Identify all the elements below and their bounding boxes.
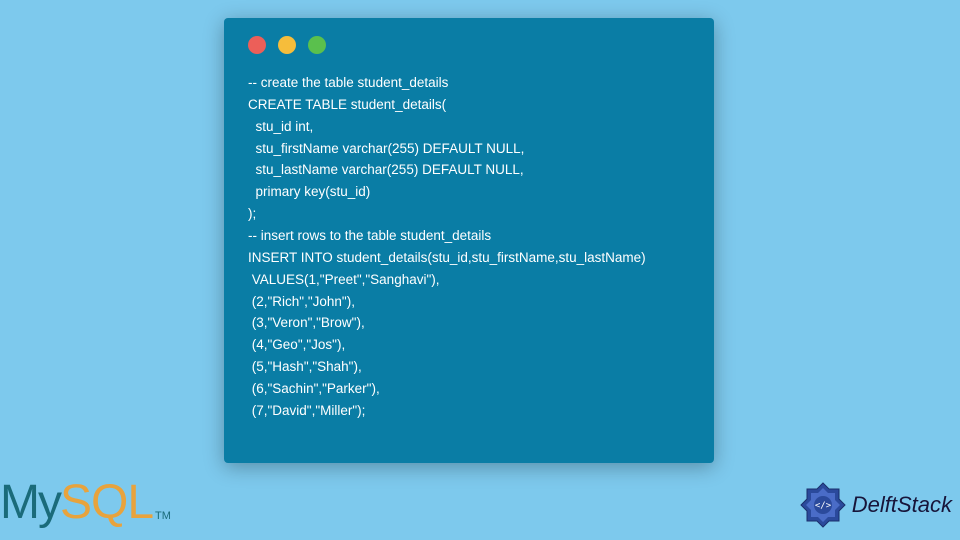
code-content: -- create the table student_details CREA… — [248, 72, 690, 422]
mysql-logo: My SQL TM — [0, 475, 171, 530]
mysql-my-text: My — [0, 475, 60, 530]
delftstack-logo: </> DelftStack — [798, 480, 952, 530]
mysql-tm-text: TM — [155, 510, 171, 522]
delftstack-text: DelftStack — [852, 492, 952, 518]
maximize-icon — [308, 36, 326, 54]
close-icon — [248, 36, 266, 54]
mysql-sql-text: SQL — [60, 475, 153, 530]
svg-text:</>: </> — [815, 501, 832, 511]
minimize-icon — [278, 36, 296, 54]
delftstack-icon: </> — [798, 480, 848, 530]
window-controls — [248, 36, 690, 54]
code-window: -- create the table student_details CREA… — [224, 18, 714, 463]
